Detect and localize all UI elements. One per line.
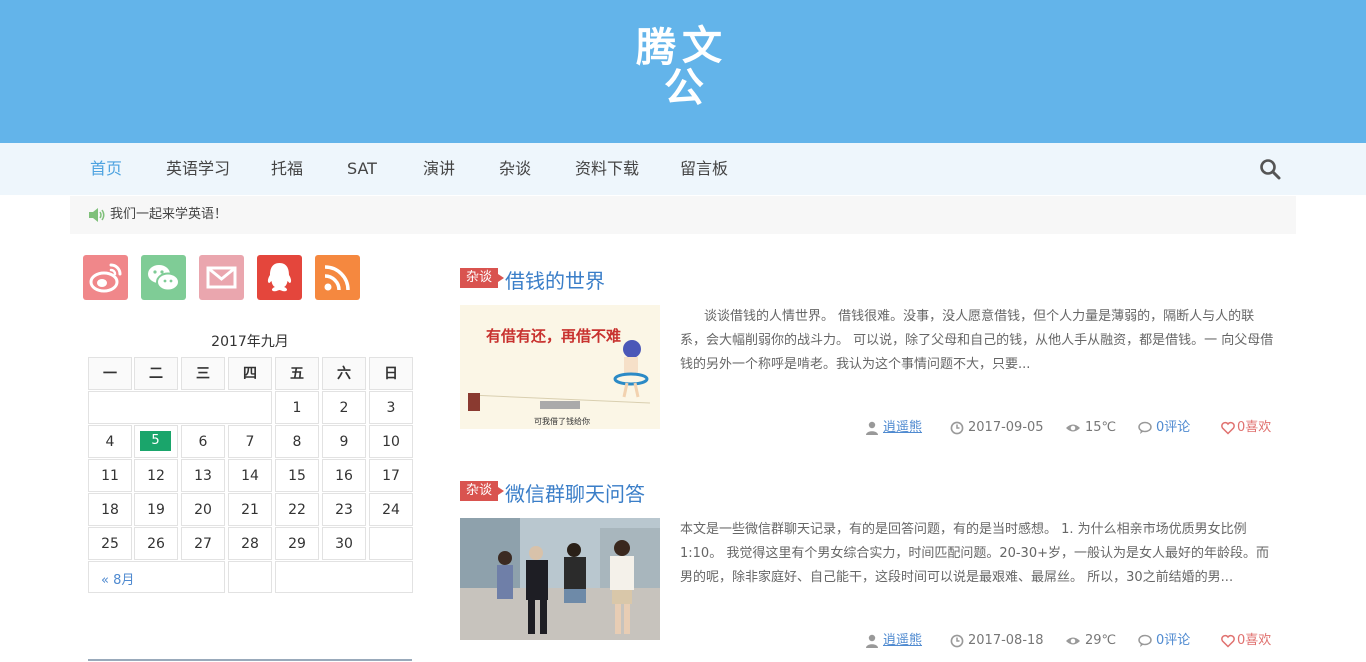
nav-item-misc[interactable]: 杂谈 (499, 143, 531, 195)
calendar-footer-next-cell (275, 561, 413, 593)
calendar-day: 1 (275, 391, 319, 424)
post-excerpt: 本文是一些微信群聊天记录，有的是回答问题，有的是当时感想。 1. 为什么相亲市场… (680, 522, 1269, 585)
comments-count[interactable]: 0评论 (1156, 419, 1190, 437)
calendar-day: 16 (322, 459, 366, 492)
calendar-day: 2 (322, 391, 366, 424)
heart-icon (1221, 634, 1235, 648)
heart-icon (1221, 421, 1235, 435)
calendar-day: 24 (369, 493, 413, 526)
post-thumbnail[interactable] (460, 518, 660, 640)
eye-icon (1066, 424, 1080, 432)
post-category-badge[interactable]: 杂谈 (460, 481, 505, 501)
post-title[interactable]: 微信群聊天问答 (505, 478, 645, 507)
calendar-weekday: 三 (181, 357, 225, 390)
calendar-day: 4 (88, 425, 132, 458)
calendar-day: 14 (228, 459, 272, 492)
likes-count[interactable]: 0喜欢 (1237, 419, 1271, 437)
mail-icon[interactable] (199, 255, 244, 300)
comment-icon (1138, 421, 1152, 434)
likes-count[interactable]: 0喜欢 (1237, 632, 1271, 650)
sidebar-divider (88, 659, 412, 661)
notice-text: 我们一起来学英语！ (110, 207, 228, 222)
calendar-weekday: 五 (275, 357, 319, 390)
calendar-day: 25 (88, 527, 132, 560)
calendar-day: 10 (369, 425, 413, 458)
notice-bar: 我们一起来学英语！ (70, 196, 1296, 234)
eye-icon (1066, 637, 1080, 645)
calendar-day: 29 (275, 527, 319, 560)
calendar-day: 8 (275, 425, 319, 458)
post-title[interactable]: 借钱的世界 (505, 265, 605, 294)
calendar-day: 13 (181, 459, 225, 492)
comments-count[interactable]: 0评论 (1156, 632, 1190, 650)
calendar-day: 15 (275, 459, 319, 492)
nav-item-downloads[interactable]: 资料下载 (575, 143, 639, 195)
date-text: 2017-08-18 (968, 633, 1044, 648)
comment-icon (1138, 634, 1152, 647)
calendar-today[interactable]: 5 (140, 431, 171, 451)
calendar-day: 3 (369, 391, 413, 424)
post-thumbnail[interactable]: 有借有还，再借不难 可我借了钱给你 (460, 305, 660, 429)
nav-item-sat[interactable]: SAT (347, 143, 377, 195)
calendar-empty-cell (88, 391, 272, 424)
calendar-day: 9 (322, 425, 366, 458)
search-icon[interactable] (1258, 157, 1282, 181)
nav-item-speech[interactable]: 演讲 (423, 143, 455, 195)
thumbnail-subtitle: 可我借了钱给你 (534, 417, 590, 426)
logo-char: 文 (682, 22, 722, 69)
calendar-day: 23 (322, 493, 366, 526)
site-header: 腾 文 公 (0, 0, 1366, 143)
weibo-icon[interactable] (83, 255, 128, 300)
calendar-day: 28 (228, 527, 272, 560)
calendar-weekday: 二 (134, 357, 178, 390)
rss-icon[interactable] (315, 255, 360, 300)
calendar-day: 6 (181, 425, 225, 458)
post-excerpt: 谈谈借钱的人情世界。 借钱很难。没事，没人愿意借钱，但个人力量是薄弱的，隔断人与… (680, 309, 1274, 372)
date-text: 2017-09-05 (968, 420, 1044, 435)
nav-item-guestbook[interactable]: 留言板 (680, 143, 728, 195)
calendar-weekday: 日 (369, 357, 413, 390)
calendar-caption: 2017年九月 (211, 334, 289, 350)
nav-item-home[interactable]: 首页 (90, 143, 122, 195)
calendar-day: 26 (134, 527, 178, 560)
post-category-badge[interactable]: 杂谈 (460, 268, 505, 288)
calendar-day: 18 (88, 493, 132, 526)
calendar-prev-link[interactable]: « 8月 (101, 569, 134, 588)
qq-icon[interactable] (257, 255, 302, 300)
calendar-day: 17 (369, 459, 413, 492)
wechat-icon[interactable] (141, 255, 186, 300)
calendar-day: 30 (322, 527, 366, 560)
nav-item-toefl[interactable]: 托福 (271, 143, 303, 195)
calendar-weekday: 一 (88, 357, 132, 390)
calendar-day: 12 (134, 459, 178, 492)
calendar-weekday: 四 (228, 357, 272, 390)
user-icon (866, 421, 878, 435)
views-text: 15℃ (1085, 420, 1117, 435)
calendar-day: 20 (181, 493, 225, 526)
calendar-day: 7 (228, 425, 272, 458)
logo-char: 公 (664, 64, 704, 111)
author-name[interactable]: 逍遥熊 (883, 419, 922, 437)
calendar-footer-pad-cell (228, 561, 272, 593)
calendar-day: 21 (228, 493, 272, 526)
user-icon (866, 634, 878, 648)
calendar-day: 27 (181, 527, 225, 560)
clock-icon (950, 634, 964, 648)
site-logo[interactable]: 腾 文 公 (630, 22, 740, 118)
calendar-weekday: 六 (322, 357, 366, 390)
calendar-empty-cell (369, 527, 413, 560)
clock-icon (950, 421, 964, 435)
nav-item-english[interactable]: 英语学习 (166, 143, 230, 195)
calendar-day: 22 (275, 493, 319, 526)
main-nav: 首页 英语学习 托福 SAT 演讲 杂谈 资料下载 留言板 (0, 143, 1366, 195)
author-name[interactable]: 逍遥熊 (883, 632, 922, 650)
calendar-day: 19 (134, 493, 178, 526)
calendar-day: 11 (88, 459, 132, 492)
thumbnail-caption: 有借有还，再借不难 (486, 327, 622, 345)
views-text: 29℃ (1085, 633, 1117, 648)
speaker-icon (89, 208, 105, 222)
